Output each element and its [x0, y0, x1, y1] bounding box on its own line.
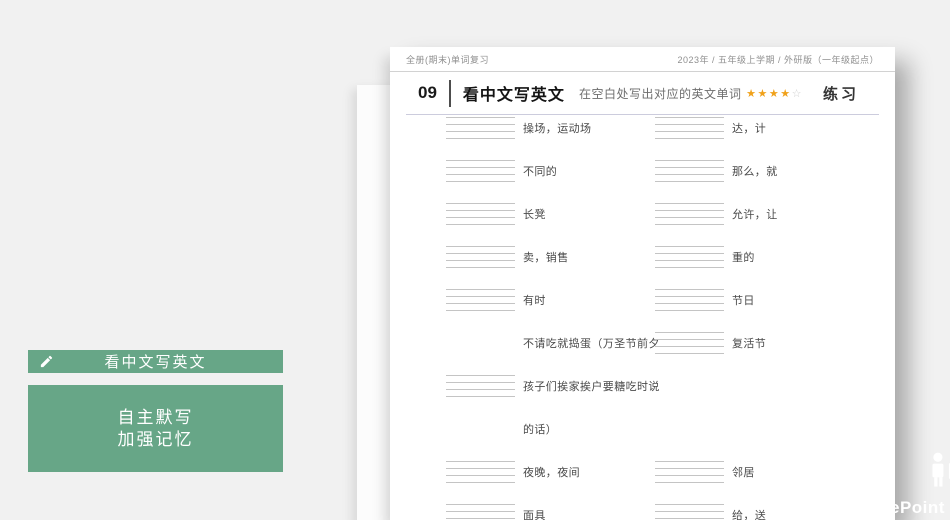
- worksheet-row: 不同的 那么，就: [390, 149, 895, 192]
- chinese-prompt: 有时: [523, 293, 546, 307]
- chinese-prompt: 邻居: [732, 465, 755, 479]
- answer-blank: [655, 288, 724, 311]
- worksheet-cell-left: 的话）: [446, 407, 557, 450]
- worksheet-cell-right: 复活节: [655, 321, 766, 364]
- screen: 看中文写英文 自主默写 加强记忆 全册(期末)单词复习 2023年 / 五年级上…: [0, 0, 950, 520]
- worksheet-cell-left: 孩子们挨家挨户要糖吃时说: [446, 364, 660, 407]
- worksheet-cell-left: 不同的: [446, 149, 557, 192]
- chinese-prompt: 不同的: [523, 164, 558, 178]
- section-number: 09: [418, 83, 437, 102]
- worksheet-header-right: 2023年 / 五年级上学期 / 外研版（一年级起点）: [677, 55, 879, 65]
- worksheet-header: 全册(期末)单词复习 2023年 / 五年级上学期 / 外研版（一年级起点）: [390, 47, 895, 72]
- chinese-prompt: 孩子们挨家挨户要糖吃时说: [523, 379, 660, 393]
- difficulty-rating: ★★★★☆: [746, 87, 803, 100]
- worksheet-cell-left: 卖，销售: [446, 235, 569, 278]
- worksheet-cell-left: 面具: [446, 493, 546, 520]
- worksheet-cell-left: 操场，运动场: [446, 106, 591, 149]
- worksheet-row: 长凳 允许，让: [390, 192, 895, 235]
- worksheet-rows: 操场，运动场 达，计不同的 那么，就长凳 允许，让卖，销售 重的有时 节日不请吃就捣蛋（万…: [390, 106, 895, 520]
- worksheet-row: 有时 节日: [390, 278, 895, 321]
- answer-blank: [446, 245, 515, 268]
- info-card: 自主默写 加强记忆: [28, 385, 283, 472]
- chinese-prompt: 面具: [523, 508, 546, 520]
- answer-blank: [655, 202, 724, 225]
- blank-spacer: [446, 332, 515, 354]
- worksheet-cell-right: 达，计: [655, 106, 766, 149]
- answer-blank: [446, 460, 515, 483]
- worksheet-instruction: 在空白处写出对应的英文单词: [578, 86, 742, 101]
- worksheet-cell-right: 重的: [655, 235, 755, 278]
- worksheet-cell-left: 夜晚，夜间: [446, 450, 580, 493]
- worksheet-row: 卖，销售 重的: [390, 235, 895, 278]
- blank-spacer: [446, 418, 515, 440]
- answer-blank: [446, 374, 515, 397]
- chinese-prompt: 节日: [732, 293, 755, 307]
- answer-blank: [446, 202, 515, 225]
- watermark-text: ePoint: [890, 498, 945, 517]
- chinese-prompt: 夜晚，夜间: [523, 465, 580, 479]
- worksheet-cell-right: 节日: [655, 278, 755, 321]
- answer-blank: [446, 503, 515, 520]
- chinese-prompt: 给，送: [732, 508, 767, 520]
- worksheet-cell-left: 不请吃就捣蛋（万圣节前夕: [446, 321, 660, 364]
- answer-blank: [655, 460, 724, 483]
- worksheet-row: 不请吃就捣蛋（万圣节前夕 复活节: [390, 321, 895, 364]
- chinese-prompt: 复活节: [732, 336, 767, 350]
- answer-blank: [446, 116, 515, 139]
- worksheet-row: 孩子们挨家挨户要糖吃时说: [390, 364, 895, 407]
- worksheet-cell-right: 给，送: [655, 493, 766, 520]
- section-banner[interactable]: 看中文写英文: [28, 350, 283, 373]
- answer-blank: [655, 503, 724, 520]
- answer-blank: [655, 116, 724, 139]
- chinese-prompt: 的话）: [523, 422, 558, 436]
- chinese-prompt: 那么，就: [732, 164, 778, 178]
- info-card-line1: 自主默写: [117, 407, 194, 427]
- answer-blank: [655, 331, 724, 354]
- chinese-prompt: 长凳: [523, 207, 546, 221]
- worksheet-row: 操场，运动场 达，计: [390, 106, 895, 149]
- answer-blank: [655, 245, 724, 268]
- chinese-prompt: 重的: [732, 250, 755, 264]
- worksheet-cell-right: 允许，让: [655, 192, 778, 235]
- worksheet-page: 全册(期末)单词复习 2023年 / 五年级上学期 / 外研版（一年级起点） 0…: [390, 47, 895, 520]
- practice-badge: 练习: [822, 85, 859, 103]
- stars-empty: ☆: [791, 87, 803, 100]
- stars-filled: ★★★★: [746, 87, 792, 100]
- chinese-prompt: 卖，销售: [523, 250, 569, 264]
- chinese-prompt: 允许，让: [732, 207, 778, 221]
- worksheet-cell-right: 邻居: [655, 450, 755, 493]
- chinese-prompt: 达，计: [732, 121, 767, 135]
- worksheet-cell-left: 长凳: [446, 192, 546, 235]
- pencil-icon: [40, 355, 53, 368]
- worksheet-row: 夜晚，夜间 邻居: [390, 450, 895, 493]
- info-card-line2: 加强记忆: [117, 429, 194, 449]
- chinese-prompt: 不请吃就捣蛋（万圣节前夕: [523, 336, 660, 350]
- people-icon: [932, 452, 950, 487]
- chinese-prompt: 操场，运动场: [523, 121, 592, 135]
- title-divider: [448, 79, 451, 107]
- worksheet-row: 面具 给，送: [390, 493, 895, 520]
- section-banner-label: 看中文写英文: [104, 354, 207, 371]
- answer-blank: [446, 288, 515, 311]
- worksheet-header-left: 全册(期末)单词复习: [406, 55, 489, 65]
- answer-blank: [446, 159, 515, 182]
- worksheet-cell-right: 那么，就: [655, 149, 778, 192]
- answer-blank: [655, 159, 724, 182]
- worksheet-cell-left: 有时: [446, 278, 546, 321]
- worksheet-title: 看中文写英文: [462, 87, 565, 104]
- worksheet-row: 的话）: [390, 407, 895, 450]
